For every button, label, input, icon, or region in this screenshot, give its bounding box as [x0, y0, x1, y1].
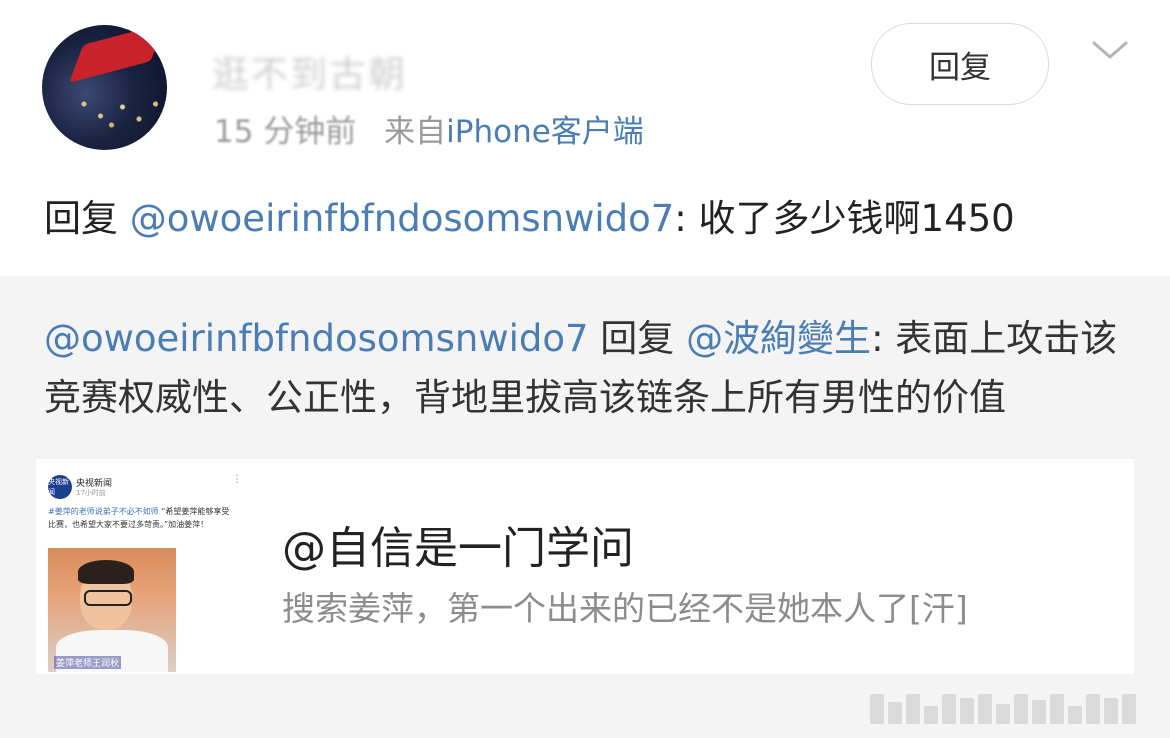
quoted-comment-text: @owoeirinfbfndosomsnwido7 回复 @波絢變生: 表面上攻… [44, 309, 1134, 427]
card-title[interactable]: @自信是一门学问 [282, 512, 634, 576]
username[interactable]: 逛不到古朝 [212, 44, 407, 98]
news-logo: 央视新闻 [48, 475, 72, 499]
more-icon: ⋮ [232, 474, 242, 485]
quoted-reply-word: 回复 [588, 317, 687, 360]
news-time: 17小时前 [76, 489, 106, 497]
comment-body: : 收了多少钱啊1450 [674, 197, 1015, 240]
chevron-down-icon[interactable] [1090, 35, 1130, 65]
reply-button[interactable]: 回复 [871, 23, 1049, 105]
avatar[interactable] [42, 25, 167, 150]
person-hair-graphic [78, 560, 134, 584]
quoted-author-link[interactable]: @owoeirinfbfndosomsnwido7 [44, 317, 589, 360]
comment-text: 回复 @owoeirinfbfndosomsnwido7: 收了多少钱啊1450 [44, 188, 1015, 242]
airplane-wing-graphic [69, 25, 165, 83]
photo-caption: 姜萍老师王润秋 [54, 656, 122, 669]
client-link[interactable]: iPhone客户端 [446, 114, 644, 150]
news-hashtag: #姜萍的老师说弟子不必不如师 [48, 507, 159, 516]
watermark-graphic [870, 690, 1160, 724]
reply-prefix: 回复 [44, 197, 130, 240]
card-description: 搜索姜萍，第一个出来的已经不是她本人了[汗] [282, 589, 968, 628]
card-thumbnail[interactable]: 央视新闻 央视新闻 17小时前 ⋮ #姜萍的老师说弟子不必不如师 “希望姜萍能够… [36, 459, 244, 674]
news-photo: 姜萍老师王润秋 [48, 548, 176, 672]
comment-meta: 15 分钟前 来自iPhone客户端 [214, 106, 644, 151]
quoted-target-link[interactable]: @波絢變生 [686, 317, 871, 360]
news-body: #姜萍的老师说弟子不必不如师 “希望姜萍能够享受比赛，也希望大家不要过多苛责。”… [48, 505, 236, 531]
mention-link[interactable]: @owoeirinfbfndosomsnwido7 [130, 197, 675, 240]
source-prefix: 来自 [384, 114, 447, 150]
glasses-graphic [84, 590, 132, 606]
timestamp: 15 分钟前 [214, 114, 357, 150]
city-lights-graphic [62, 80, 167, 140]
